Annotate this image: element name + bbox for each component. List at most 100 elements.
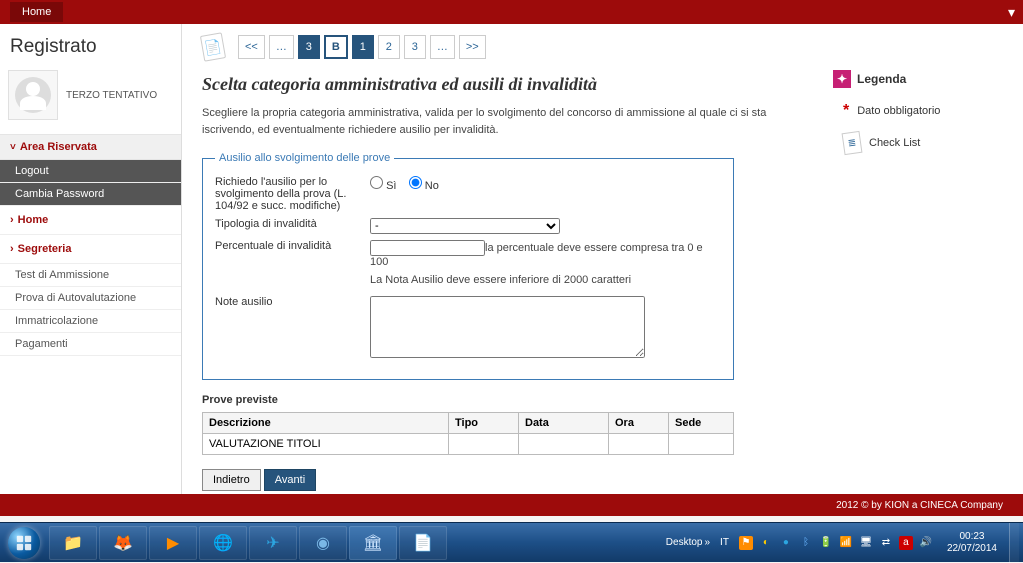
tray-antivirus-icon[interactable]: a (899, 536, 913, 550)
fieldset-legend: Ausilio allo svolgimento delle prove (215, 152, 394, 164)
play-icon: ▶ (167, 533, 179, 553)
th-tipo: Tipo (449, 413, 519, 434)
task-app-dark[interactable]: ◉ (299, 526, 347, 560)
tray-network-icon[interactable]: ⇄ (879, 536, 893, 550)
page-3a[interactable]: 3 (298, 35, 320, 59)
right-column: ✦ Legenda * Dato obbligatorio ≣ Check Li… (823, 24, 1023, 494)
prove-title: Prove previste (202, 394, 803, 406)
tray-bluetooth-icon[interactable]: ᛒ (799, 536, 813, 550)
telegram-icon: ✈ (266, 533, 279, 553)
topbar-minimize[interactable]: ▾ (1008, 4, 1015, 21)
start-button[interactable] (0, 523, 48, 563)
nav-test-ammissione[interactable]: Test di Ammissione (0, 264, 181, 287)
language-indicator[interactable]: IT (720, 537, 729, 548)
nav-segreteria[interactable]: › Segreteria (0, 235, 181, 264)
legend-mandatory-label: Dato obbligatorio (857, 105, 940, 117)
legend-checklist: ≣ Check List (833, 132, 1013, 154)
nav-segreteria-label: Segreteria (18, 243, 72, 255)
clock[interactable]: 00:23 22/07/2014 (939, 531, 1003, 555)
page-B[interactable]: B (324, 35, 348, 59)
nav-home-label: Home (18, 214, 49, 226)
clock-date: 22/07/2014 (947, 543, 997, 555)
page-2[interactable]: 2 (378, 35, 400, 59)
globe-dark-icon: ◉ (316, 533, 330, 553)
nav-area-riservata[interactable]: ˅ Area Riservata (0, 134, 181, 160)
percentuale-input[interactable] (370, 240, 485, 256)
windows-orb-icon (8, 527, 40, 559)
legend-checklist-label: Check List (869, 137, 920, 149)
page-first[interactable]: << (238, 35, 265, 59)
page-3b[interactable]: 3 (404, 35, 426, 59)
nav-pagamenti[interactable]: Pagamenti (0, 333, 181, 356)
radio-si[interactable] (370, 176, 383, 189)
taskbar: 📁 🦊 ▶ 🌐 ✈ ◉ 🏛 📄 Desktop » IT ⚑ ◐ ● ᛒ 🔋 📶… (0, 522, 1023, 562)
page-prev-dots[interactable]: … (269, 35, 294, 59)
nav-home[interactable]: › Home (0, 206, 181, 235)
checklist-icon: ≣ (842, 131, 863, 155)
th-descrizione: Descrizione (203, 413, 449, 434)
task-telegram[interactable]: ✈ (249, 526, 297, 560)
topbar-home-tab[interactable]: Home (10, 2, 63, 22)
nav-logout[interactable]: Logout (0, 160, 181, 183)
avatar (8, 70, 58, 120)
page-next-dots[interactable]: … (430, 35, 455, 59)
tray-sync-icon[interactable]: ● (779, 536, 793, 550)
task-word[interactable]: 📄 (399, 526, 447, 560)
page-1[interactable]: 1 (352, 35, 374, 59)
task-explorer[interactable]: 📁 (49, 526, 97, 560)
note-textarea[interactable] (370, 296, 645, 358)
legend-icon: ✦ (833, 70, 851, 88)
nav-immatricolazione[interactable]: Immatricolazione (0, 310, 181, 333)
folder-icon: 📁 (63, 533, 83, 553)
user-block: TERZO TENTATIVO (0, 70, 181, 134)
td-sede (669, 434, 734, 455)
td-data (519, 434, 609, 455)
note-label: Note ausilio (215, 296, 370, 361)
tray-wifi-icon[interactable]: 📶 (839, 536, 853, 550)
document-icon: 📄 (200, 32, 226, 61)
tray-volume-icon[interactable]: 🔊 (919, 536, 933, 550)
tipologia-label: Tipologia di invalidità (215, 218, 370, 234)
show-desktop-button[interactable] (1009, 523, 1019, 563)
chevron-right-icon: › (10, 243, 14, 255)
sidebar: Registrato TERZO TENTATIVO ˅ Area Riserv… (0, 24, 182, 494)
th-sede: Sede (669, 413, 734, 434)
tray-update-icon[interactable]: ◐ (759, 536, 773, 550)
ausilio-fieldset: Ausilio allo svolgimento delle prove Ric… (202, 152, 734, 380)
task-firefox[interactable]: 🦊 (99, 526, 147, 560)
legend-title: Legenda (857, 72, 906, 86)
radio-no-wrap[interactable]: No (409, 180, 439, 192)
show-desktop-label[interactable]: Desktop » (666, 537, 710, 548)
td-ora (609, 434, 669, 455)
tray-shield-icon[interactable]: ⚑ (739, 536, 753, 550)
tray-monitor-icon[interactable]: 🖥 (859, 536, 873, 550)
task-app-active[interactable]: 🏛 (349, 526, 397, 560)
radio-si-label: Sì (386, 180, 396, 192)
th-data: Data (519, 413, 609, 434)
tipologia-select[interactable]: - (370, 218, 560, 234)
tray-battery-icon[interactable]: 🔋 (819, 536, 833, 550)
note-hint: La Nota Ausilio deve essere inferiore di… (370, 274, 721, 286)
td-tipo (449, 434, 519, 455)
table-row: VALUTAZIONE TITOLI (203, 434, 734, 455)
table-header-row: Descrizione Tipo Data Ora Sede (203, 413, 734, 434)
task-chrome[interactable]: 🌐 (199, 526, 247, 560)
copyright: 2012 © by KION a CINECA Company (836, 500, 1003, 511)
td-descrizione: VALUTAZIONE TITOLI (203, 434, 449, 455)
task-media-player[interactable]: ▶ (149, 526, 197, 560)
prove-table: Descrizione Tipo Data Ora Sede VALUTAZIO… (202, 412, 734, 455)
system-tray: Desktop » IT ⚑ ◐ ● ᛒ 🔋 📶 🖥 ⇄ a 🔊 00:23 2… (666, 523, 1023, 563)
ausilio-label: Richiedo l'ausilio per lo svolgimento de… (215, 176, 370, 212)
radio-si-wrap[interactable]: Sì (370, 180, 396, 192)
nav-cambia-password[interactable]: Cambia Password (0, 183, 181, 206)
radio-no[interactable] (409, 176, 422, 189)
chevron-icon: » (704, 537, 710, 548)
clock-time: 00:23 (947, 531, 997, 543)
avanti-button[interactable]: Avanti (264, 469, 316, 491)
nav-prova-autovalutazione[interactable]: Prova di Autovalutazione (0, 287, 181, 310)
percentuale-label: Percentuale di invalidità (215, 240, 370, 268)
page-last[interactable]: >> (459, 35, 486, 59)
chevron-down-icon: ˅ (10, 142, 16, 153)
nav-area-riservata-label: Area Riservata (20, 141, 97, 153)
indietro-button[interactable]: Indietro (202, 469, 261, 491)
